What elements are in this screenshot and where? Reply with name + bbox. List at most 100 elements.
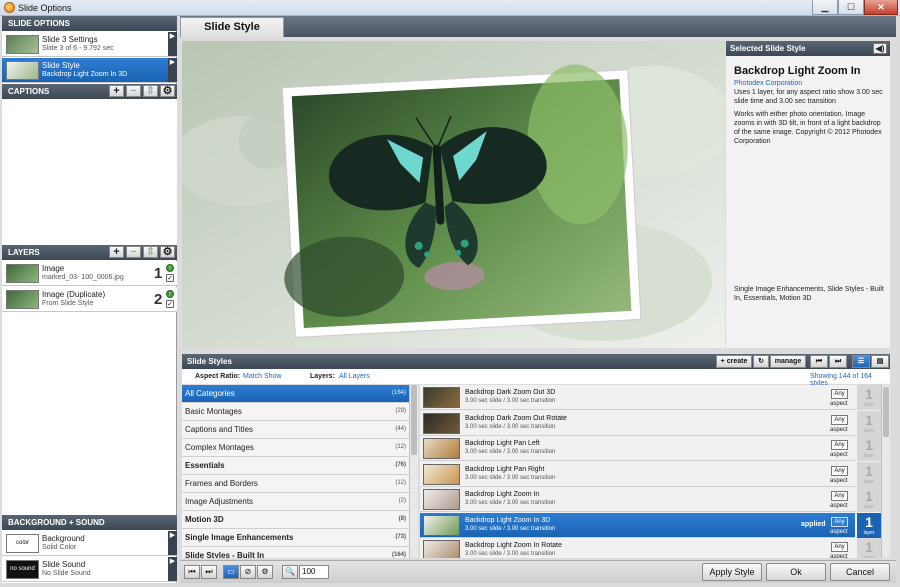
layer-enabled-icon[interactable]: ↑ <box>166 264 174 272</box>
slide-style-subtitle: Backdrop Light Zoom In 3D <box>42 71 128 78</box>
maximize-button[interactable]: ☐ <box>838 0 864 15</box>
next-slide-icon[interactable]: ⏭ <box>201 565 217 579</box>
category-item[interactable]: Single Image Enhancements (73) <box>182 529 409 547</box>
style-thumbnail <box>423 412 460 434</box>
category-item[interactable]: Motion 3D (8) <box>182 511 409 529</box>
main-tabbar <box>180 16 896 37</box>
slide-settings-item[interactable]: Slide 3 Settings Slide 3 of 6 - 9.792 se… <box>2 32 177 57</box>
tab-slide-style[interactable]: Slide Style <box>180 17 284 37</box>
layer-count-label: layer <box>863 555 875 559</box>
zoom-input[interactable]: 100 <box>299 565 329 579</box>
zoom-icon[interactable]: 🔍 <box>282 565 298 579</box>
settings-gear-icon[interactable]: ⚙ <box>257 565 273 579</box>
refresh-icon[interactable]: ↻ <box>753 355 769 368</box>
slide-settings-subtitle: Slide 3 of 6 - 9.792 sec <box>42 45 114 52</box>
category-scroll-thumb[interactable] <box>411 385 417 455</box>
category-item[interactable]: Captions and Titles (44) <box>182 421 409 439</box>
aspect-badge: Any <box>831 542 848 552</box>
app-icon <box>4 2 15 13</box>
first-slide-icon[interactable]: ⏮ <box>184 565 200 579</box>
filter-bar: Aspect Ratio: Match Show Layers: All Lay… <box>182 369 890 387</box>
skip-last-icon[interactable]: ⏭ <box>829 355 847 368</box>
left-panel: SLIDE OPTIONS Slide 3 Settings Slide 3 o… <box>2 16 177 583</box>
aspect-label: aspect <box>830 503 848 509</box>
caption-settings-gear-icon[interactable]: ⚙ <box>160 85 175 97</box>
category-count: (12) <box>395 444 406 450</box>
grid-view-icon[interactable]: ▤ <box>871 355 889 368</box>
manage-button[interactable]: manage <box>770 355 806 368</box>
slide-style-title: Slide Style <box>42 61 80 70</box>
add-layer-button[interactable]: + <box>109 246 124 258</box>
cancel-button[interactable]: Cancel <box>830 563 890 581</box>
style-name: Backdrop Dark Zoom Out Rotate <box>465 414 567 422</box>
category-scrollbar[interactable] <box>409 385 418 558</box>
add-caption-button[interactable]: + <box>109 85 124 97</box>
style-item[interactable]: Backdrop Light Zoom In 3D 3.00 sec slide … <box>420 512 881 538</box>
ok-button[interactable]: Ok <box>766 563 826 581</box>
style-name: Backdrop Light Pan Left <box>465 440 540 447</box>
slide-style-item[interactable]: Slide Style Backdrop Light Zoom In 3D ▶ <box>2 58 177 83</box>
list-view-icon[interactable]: ☰ <box>852 355 870 368</box>
layer-item-1[interactable]: Image marked_03- 100_0006.jpg 1 ↑ ✓ <box>2 261 177 286</box>
sound-thumbnail: no sound <box>6 560 39 579</box>
style-thumbnail <box>423 438 460 459</box>
style-item[interactable]: Backdrop Light Zoom In 3.00 sec slide / 3… <box>420 487 881 512</box>
remove-caption-button[interactable]: − <box>126 85 141 97</box>
speaker-icon[interactable]: ◀) <box>873 43 887 54</box>
timer-icon[interactable]: ⊘ <box>240 565 256 579</box>
style-item[interactable]: Backdrop Light Pan Right 3.00 sec slide /… <box>420 461 881 487</box>
captions-list <box>2 99 177 245</box>
slide-sound-item[interactable]: no sound Slide Sound No Slide Sound ▶ <box>2 557 177 582</box>
category-item[interactable]: All Categories (164) <box>182 385 409 403</box>
style-scroll-thumb[interactable] <box>883 387 889 437</box>
style-item[interactable]: Backdrop Dark Zoom Out 3D 3.00 sec slide … <box>420 385 881 410</box>
category-item[interactable]: Slide Styles - Built In (164) <box>182 547 409 558</box>
aspect-ratio-dropdown[interactable]: Match Show <box>243 373 282 380</box>
category-count: (164) <box>391 390 406 396</box>
category-name: Single Image Enhancements <box>185 533 294 542</box>
category-item[interactable]: Image Adjustments (2) <box>182 493 409 511</box>
layer-visible-checkbox[interactable]: ✓ <box>166 300 174 308</box>
layer-count: 1 <box>865 386 873 402</box>
screen-view-icon[interactable]: ▭ <box>223 565 239 579</box>
aspect-badge: Any <box>831 440 848 450</box>
layer-count: 1 <box>865 539 873 555</box>
style-item[interactable]: Backdrop Light Pan Left 3.00 sec slide / … <box>420 436 881 461</box>
layers-filter-dropdown[interactable]: All Layers <box>339 373 370 380</box>
remove-layer-button[interactable]: − <box>126 246 141 258</box>
category-count: (8) <box>398 516 406 522</box>
layer-visible-checkbox[interactable]: ✓ <box>166 274 174 282</box>
style-item[interactable]: Backdrop Dark Zoom Out Rotate 3.00 sec sl… <box>420 410 881 436</box>
create-button[interactable]: + create <box>716 355 752 368</box>
aspect-badge: Any <box>831 465 848 476</box>
apply-style-button[interactable]: Apply Style <box>702 563 762 581</box>
layer-settings-gear-icon[interactable]: ⚙ <box>160 246 175 258</box>
style-timing: 3.00 sec slide / 3.00 sec transition <box>465 474 556 481</box>
category-item[interactable]: Frames and Borders (12) <box>182 475 409 493</box>
bottom-bar: ⏮ ⏭ ▭ ⊘ ⚙ 🔍 100 Apply Style Ok Cancel <box>180 560 896 583</box>
background-title: Background <box>42 534 85 543</box>
category-item[interactable]: Essentials (76) <box>182 457 409 475</box>
style-item[interactable]: Backdrop Light Zoom In Rotate 3.00 sec sl… <box>420 538 881 558</box>
layer-thumbnail <box>6 290 39 309</box>
aspect-badge: Any <box>831 491 848 501</box>
category-item[interactable]: Basic Montages (29) <box>182 403 409 421</box>
aspect-label: aspect <box>830 528 848 535</box>
layer-item-2[interactable]: Image (Duplicate) From Slide Style 2 ↑ ✓ <box>2 287 177 312</box>
category-item[interactable]: Complex Montages (12) <box>182 439 409 457</box>
selected-style-author[interactable]: Photodex Corporation <box>734 80 802 87</box>
category-count: (73) <box>395 534 406 540</box>
skip-first-icon[interactable]: ⏮ <box>810 355 828 368</box>
layer-count-badge: 1 layer <box>857 487 881 512</box>
reorder-layer-button[interactable]: ⇕ <box>143 246 158 258</box>
style-timing: 3.00 sec slide / 3.00 sec transition <box>465 551 556 557</box>
style-scrollbar[interactable] <box>881 385 890 558</box>
layer-count: 1 <box>865 411 873 428</box>
layer-count: 1 <box>865 437 873 453</box>
minimize-button[interactable]: ▁ <box>812 0 838 15</box>
category-name: Image Adjustments <box>185 497 254 506</box>
layer-enabled-icon[interactable]: ↑ <box>166 290 174 298</box>
background-item[interactable]: color Background Solid Color ▶ <box>2 531 177 556</box>
close-button[interactable]: ✕ <box>864 0 898 15</box>
reorder-caption-button[interactable]: ⇕ <box>143 85 158 97</box>
